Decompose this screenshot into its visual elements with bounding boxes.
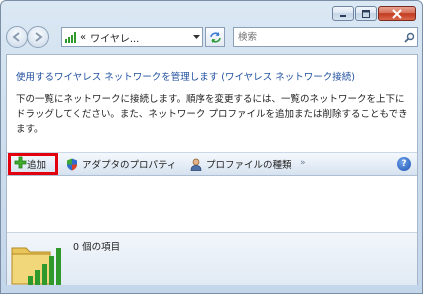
forward-arrow-icon — [35, 32, 43, 42]
maximize-button[interactable] — [355, 6, 377, 21]
breadcrumb-current[interactable]: ワイヤレ... — [90, 30, 139, 45]
adapter-properties-label: アダプタのプロパティ — [82, 160, 177, 171]
user-icon — [189, 157, 203, 171]
profile-types-button[interactable]: プロファイルの種類 — [186, 154, 295, 174]
refresh-icon — [209, 31, 221, 43]
chevron-down-icon — [192, 34, 200, 39]
instructions-text: 下の一覧にネットワークに接続します。順序を変更するには、一覧のネットワークを上下… — [16, 94, 408, 135]
profile-types-label: プロファイルの種類 — [206, 160, 292, 171]
minimize-icon — [340, 14, 346, 17]
breadcrumb-separator[interactable]: « — [80, 32, 86, 43]
wireless-network-icon — [65, 32, 76, 43]
add-button[interactable]: 追加 — [8, 153, 58, 175]
address-bar[interactable]: « ワイヤレ... — [61, 27, 203, 47]
address-dropdown-button[interactable] — [190, 28, 202, 46]
caption-buttons — [332, 6, 416, 21]
add-icon — [14, 156, 27, 172]
navigation-bar: « ワイヤレ... — [6, 24, 418, 50]
item-count: 0 個の項目 — [73, 242, 121, 253]
content-pane: 使用するワイヤレス ネットワークを管理します (ワイヤレス ネットワーク接続) … — [6, 54, 418, 285]
minimize-button[interactable] — [332, 6, 354, 21]
command-bar: 追加 アダプタのプロパティ プロファイルの種類 » ? — [7, 152, 417, 176]
search-box[interactable] — [233, 27, 418, 47]
help-icon[interactable]: ? — [397, 157, 411, 171]
manage-networks-header: 使用するワイヤレス ネットワークを管理します (ワイヤレス ネットワーク接続) — [16, 72, 355, 83]
add-button-label: 追加 — [27, 160, 47, 171]
search-icon — [403, 32, 414, 43]
window: « ワイヤレ... 使用するワイヤレス ネッ — [0, 0, 423, 294]
shield-icon — [65, 157, 79, 171]
back-button[interactable] — [6, 26, 28, 48]
wireless-networks-icon — [11, 247, 61, 285]
adapter-properties-button[interactable]: アダプタのプロパティ — [62, 154, 179, 174]
search-input[interactable] — [234, 28, 401, 46]
forward-button[interactable] — [27, 26, 49, 48]
refresh-button[interactable] — [205, 27, 225, 47]
search-button[interactable] — [401, 28, 417, 46]
back-arrow-icon — [12, 32, 20, 42]
more-commands-chevron[interactable]: » — [300, 158, 305, 168]
details-pane: 0 個の項目 — [7, 232, 417, 285]
close-button[interactable] — [378, 6, 416, 21]
close-icon — [392, 8, 402, 19]
maximize-icon — [362, 9, 370, 18]
